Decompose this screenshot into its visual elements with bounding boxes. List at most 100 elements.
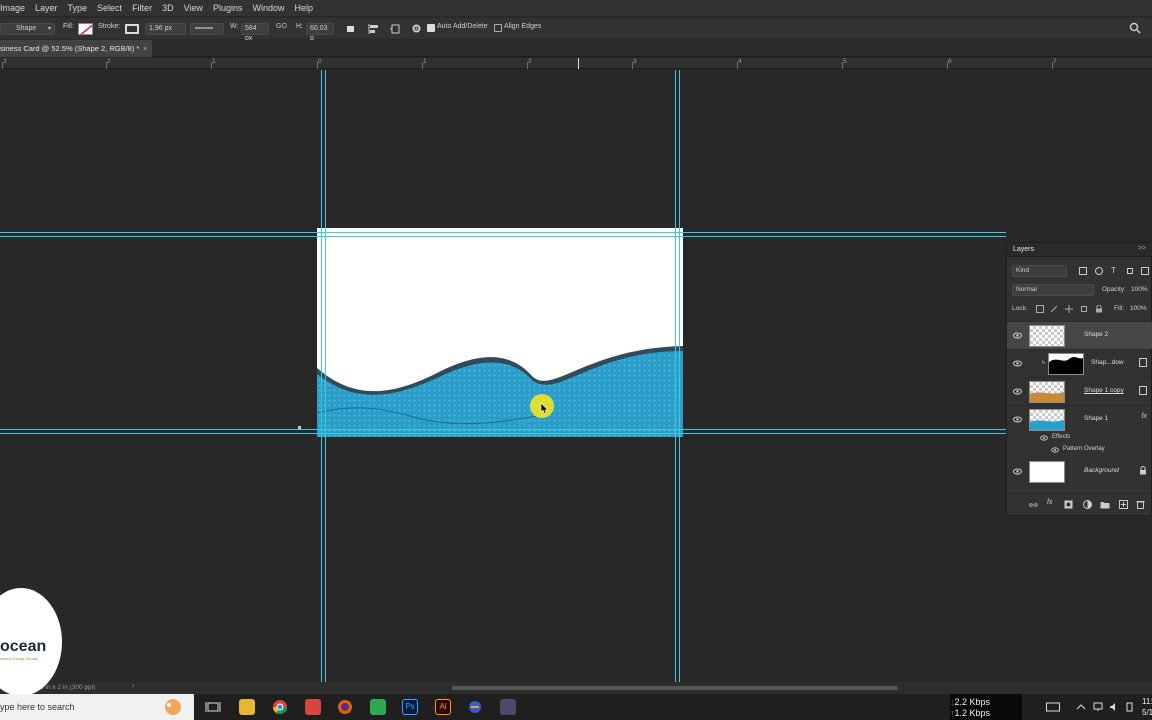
camtasia-icon[interactable] [370, 699, 386, 715]
menu-select[interactable]: Select [92, 3, 127, 13]
eye-icon[interactable] [1040, 435, 1048, 441]
search-icon[interactable] [1129, 22, 1141, 34]
volume-icon[interactable] [1109, 702, 1119, 712]
menu-layer[interactable]: Layer [30, 3, 63, 13]
filter-kind-dropdown[interactable]: Kind [1012, 265, 1067, 277]
menu-view[interactable]: View [179, 3, 208, 13]
path-operations-icon[interactable] [346, 23, 356, 33]
menu-3d[interactable]: 3D [157, 3, 179, 13]
menu-filter[interactable]: Filter [127, 3, 157, 13]
layer-row-shape-2[interactable]: Shape 2 [1007, 321, 1152, 349]
auto-add-delete-checkbox[interactable] [427, 24, 435, 32]
horizontal-ruler[interactable]: 3 2 1 0 1 2 3 4 5 6 7 [0, 58, 1152, 69]
layer-name[interactable]: Shape 1 [1084, 415, 1108, 422]
status-menu-arrow-icon[interactable]: › [132, 683, 134, 690]
lock-brush-icon[interactable] [1050, 305, 1058, 313]
layer-row-shape-shadow[interactable]: ↳ Shap...dow [1007, 349, 1152, 377]
eye-icon[interactable] [1013, 332, 1022, 339]
path-arrangement-icon[interactable] [389, 23, 401, 35]
align-edges-checkbox[interactable] [494, 24, 502, 32]
battery-icon[interactable] [1125, 702, 1135, 712]
guide-vertical[interactable] [675, 70, 676, 682]
link-dimensions-icon[interactable]: GO [276, 23, 287, 30]
network-icon[interactable] [1093, 702, 1103, 712]
business-card-artboard[interactable] [317, 228, 683, 437]
shape-mode-dropdown[interactable]: Shape ▾ [0, 23, 55, 35]
layer-name[interactable]: Shap...dow [1091, 359, 1124, 366]
photoshop-icon[interactable]: Ps [402, 699, 418, 715]
layer-name[interactable]: Shape 1 copy [1084, 387, 1124, 394]
lock-transparent-icon[interactable] [1036, 305, 1044, 313]
eye-icon[interactable] [1013, 388, 1022, 395]
filter-adjustment-icon[interactable] [1095, 267, 1103, 275]
app-blue-icon[interactable] [467, 699, 483, 715]
height-input[interactable]: 60.03 p [306, 23, 334, 42]
anchor-point[interactable] [298, 426, 301, 429]
lock-move-icon[interactable] [1065, 305, 1073, 313]
eye-icon[interactable] [1013, 360, 1022, 367]
layer-name[interactable]: Shape 2 [1084, 331, 1108, 338]
fill-value[interactable]: 100% [1130, 305, 1147, 312]
width-input[interactable]: 584 px [241, 23, 269, 42]
guide-vertical[interactable] [679, 70, 680, 682]
menu-window[interactable]: Window [247, 3, 289, 13]
guide-vertical[interactable] [325, 70, 326, 682]
document-tab[interactable]: siness Card @ 52.5% (Shape 2, RGB/8) * × [0, 40, 152, 57]
task-view-icon[interactable] [205, 699, 221, 715]
guide-horizontal[interactable] [0, 429, 1006, 430]
eye-icon[interactable] [1013, 416, 1022, 423]
trash-icon[interactable] [1136, 500, 1145, 509]
taskbar-search-box[interactable]: ype here to search [0, 694, 194, 720]
opacity-value[interactable]: 100% [1131, 286, 1148, 293]
new-group-icon[interactable] [1100, 500, 1110, 509]
illustrator-icon[interactable]: Ai [435, 699, 451, 715]
collapse-panel-icon[interactable]: >> [1138, 245, 1146, 252]
file-explorer-icon[interactable] [239, 699, 255, 715]
guide-horizontal[interactable] [0, 232, 1006, 233]
canvas-area[interactable] [0, 70, 1152, 682]
keyboard-icon[interactable] [1046, 702, 1060, 712]
filter-pixel-icon[interactable] [1079, 267, 1087, 275]
layer-row-background[interactable]: Background [1007, 458, 1152, 486]
chrome-icon[interactable] [272, 699, 288, 715]
guide-vertical[interactable] [321, 70, 322, 682]
link-layers-icon[interactable] [1029, 501, 1038, 509]
eye-icon[interactable] [1051, 447, 1059, 453]
close-icon[interactable]: × [143, 40, 147, 57]
path-alignment-icon[interactable] [368, 23, 380, 35]
app-red-icon[interactable] [305, 699, 321, 715]
filter-type-icon[interactable]: T [1111, 266, 1116, 275]
lock-artboard-icon[interactable] [1080, 305, 1088, 313]
guide-horizontal[interactable] [0, 236, 1006, 237]
eye-icon[interactable] [1013, 468, 1022, 475]
stroke-swatch[interactable] [125, 24, 139, 34]
menu-plugins[interactable]: Plugins [208, 3, 248, 13]
guide-horizontal[interactable] [0, 433, 1006, 434]
layer-row-shape-1[interactable]: Shape 1 fx [1007, 405, 1152, 433]
new-layer-icon[interactable] [1119, 500, 1128, 509]
stroke-type-dropdown[interactable] [190, 23, 224, 35]
add-mask-icon[interactable] [1064, 500, 1073, 509]
layer-row-shape-1-copy[interactable]: Shape 1 copy [1007, 377, 1152, 405]
add-style-icon[interactable]: fx [1047, 499, 1052, 506]
effects-row[interactable]: Effects [1007, 433, 1152, 445]
app-grid-icon[interactable] [500, 699, 516, 715]
gear-icon[interactable] [411, 23, 422, 34]
filter-shape-icon[interactable] [1126, 267, 1134, 275]
fill-swatch[interactable] [78, 23, 93, 35]
firefox-icon[interactable] [337, 699, 353, 715]
fx-icon[interactable]: fx [1142, 413, 1147, 420]
menu-type[interactable]: Type [63, 3, 93, 13]
adjustment-layer-icon[interactable] [1083, 500, 1092, 509]
clock[interactable]: 11: 5/1 [1142, 696, 1152, 718]
pattern-overlay-row[interactable]: Pattern Overlay [1007, 445, 1152, 457]
menu-help[interactable]: Help [289, 3, 318, 13]
menu-image[interactable]: Image [0, 3, 30, 13]
lock-all-icon[interactable] [1095, 305, 1103, 313]
blend-mode-dropdown[interactable]: Normal [1012, 284, 1094, 296]
layer-name[interactable]: Background [1084, 467, 1119, 474]
chevron-up-icon[interactable] [1076, 702, 1086, 712]
filter-smart-object-icon[interactable] [1141, 267, 1149, 275]
horizontal-scrollbar[interactable] [452, 686, 898, 690]
stroke-size-input[interactable]: 1.96 px [145, 23, 186, 35]
